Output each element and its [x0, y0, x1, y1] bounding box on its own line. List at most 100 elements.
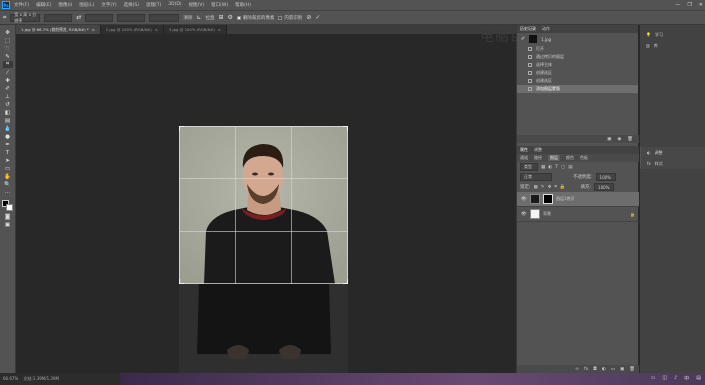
layer-mask-thumbnail[interactable]: [543, 194, 553, 204]
crop-tool-icon[interactable]: ⌗: [3, 14, 6, 22]
overlay-grid-icon[interactable]: ⊞: [218, 14, 223, 21]
tab-color[interactable]: 颜色: [566, 155, 574, 161]
lock-artboard-icon[interactable]: ⌗: [554, 184, 557, 190]
adjust-filter-icon[interactable]: ◐: [548, 165, 552, 170]
tab-actions[interactable]: 动作: [542, 26, 550, 32]
history-brush-tool-icon[interactable]: ↺: [3, 101, 13, 108]
tab-properties[interactable]: 属性: [520, 147, 528, 153]
quick-select-tool-icon[interactable]: ✎: [3, 53, 13, 60]
opacity-input[interactable]: 100%: [595, 173, 616, 181]
notification-icon[interactable]: ▤: [696, 375, 701, 382]
camera-snapshot-icon[interactable]: ◉: [617, 137, 621, 142]
settings-gear-icon[interactable]: ⚙: [227, 14, 232, 21]
blur-tool-icon[interactable]: 💧: [3, 125, 13, 132]
height-input[interactable]: [85, 13, 114, 22]
brush-tool-icon[interactable]: ✐: [3, 85, 13, 92]
volume-icon[interactable]: ♪: [674, 375, 677, 382]
crop-preview-image[interactable]: [179, 126, 348, 284]
libraries-panel-button[interactable]: ▥ 库: [640, 40, 705, 51]
history-snapshot[interactable]: ✐ 1.jpg: [517, 33, 638, 45]
menu-edit[interactable]: 编辑(E): [36, 2, 51, 8]
lock-all-icon[interactable]: 🔒: [560, 185, 566, 190]
add-mask-icon[interactable]: ◘: [593, 367, 597, 372]
shape-filter-icon[interactable]: ▢: [561, 165, 565, 170]
zoom-level[interactable]: 66.67%: [3, 376, 18, 381]
delete-cropped-pixels-checkbox[interactable]: 删除裁剪的像素: [236, 15, 274, 21]
adjustment-layer-icon[interactable]: ◐: [602, 367, 606, 372]
menu-select[interactable]: 选择(S): [124, 2, 139, 8]
menu-help[interactable]: 帮助(H): [235, 2, 251, 8]
path-select-tool-icon[interactable]: ➤: [3, 157, 13, 164]
layer-row[interactable]: 👁 背景 🔒: [517, 207, 639, 222]
fx-icon[interactable]: fx: [584, 367, 588, 372]
trash-icon[interactable]: 🗑: [627, 137, 633, 142]
tab-close-icon[interactable]: ×: [218, 27, 221, 32]
dodge-tool-icon[interactable]: ●: [3, 133, 13, 140]
trash-icon[interactable]: 🗑: [629, 367, 635, 372]
tray-icon[interactable]: ▭: [651, 375, 656, 382]
resolution-unit-dropdown[interactable]: [149, 13, 180, 22]
menu-layer[interactable]: 图层(L): [79, 2, 94, 8]
history-item[interactable]: 通过拷贝的图层: [517, 53, 638, 61]
shape-tool-icon[interactable]: ▭: [3, 165, 13, 172]
tab-document-2[interactable]: 2.jpg @ 100% (RGB/8#) ×: [100, 25, 164, 34]
pen-tool-icon[interactable]: ✒: [3, 141, 13, 148]
width-input[interactable]: [44, 13, 73, 22]
layer-kind-dropdown[interactable]: 类型: [520, 163, 538, 171]
tab-document-1[interactable]: 1.jpg @ 66.7% (裁剪预览, RGB/8#) * ×: [16, 25, 101, 34]
visibility-eye-icon[interactable]: 👁: [521, 197, 527, 202]
type-tool-icon[interactable]: T: [3, 149, 13, 156]
marquee-tool-icon[interactable]: ⬚: [3, 37, 13, 44]
group-folder-icon[interactable]: ▭: [611, 367, 615, 372]
tab-close-icon[interactable]: ×: [92, 27, 95, 32]
lock-position-icon[interactable]: ✥: [548, 185, 552, 190]
menu-3d[interactable]: 3D(D): [168, 2, 181, 8]
network-icon[interactable]: ◫: [662, 375, 667, 382]
hand-tool-icon[interactable]: ✋: [3, 173, 13, 180]
screen-mode-icon[interactable]: ▣: [3, 221, 13, 228]
quick-mask-icon[interactable]: ◙: [3, 213, 13, 220]
new-document-icon[interactable]: ▣: [607, 137, 611, 142]
menu-type[interactable]: 文字(Y): [101, 2, 116, 8]
history-item[interactable]: 打开: [517, 45, 638, 53]
tab-close-icon[interactable]: ×: [155, 27, 158, 32]
move-tool-icon[interactable]: ✥: [3, 29, 13, 36]
commit-check-icon[interactable]: ✓: [315, 14, 320, 21]
tab-swatches[interactable]: 色板: [580, 155, 588, 161]
layer-row-selected[interactable]: 👁 图层1拷贝: [517, 192, 639, 207]
content-aware-checkbox[interactable]: 内容识别: [278, 15, 302, 21]
maximize-button[interactable]: ❐: [687, 2, 691, 8]
tab-document-3[interactable]: 3.jpg @ 100% (RGB/8#) ×: [163, 25, 227, 34]
eraser-tool-icon[interactable]: ◧: [3, 109, 13, 116]
visibility-eye-icon[interactable]: 👁: [521, 212, 527, 217]
history-item[interactable]: 创建选区: [517, 69, 638, 77]
new-layer-icon[interactable]: ▣: [620, 367, 624, 372]
tab-layers[interactable]: 图层: [548, 155, 560, 161]
history-item[interactable]: 选择主体: [517, 61, 638, 69]
blend-mode-dropdown[interactable]: 正常: [520, 173, 552, 181]
lasso-tool-icon[interactable]: ➰: [3, 45, 13, 52]
link-layers-icon[interactable]: ∞: [575, 367, 579, 372]
ratio-dropdown[interactable]: 宽 x 高 x 分辨率: [10, 12, 41, 23]
styles-panel-button[interactable]: fx 样式: [640, 158, 705, 169]
tab-channels[interactable]: 通道: [520, 155, 528, 161]
input-method-icon[interactable]: 中: [684, 375, 689, 382]
menu-window[interactable]: 窗口(W): [211, 2, 228, 8]
adjustments-panel-button[interactable]: ◐ 调整: [640, 147, 705, 158]
menu-filter[interactable]: 滤镜(T): [146, 2, 161, 8]
lock-paint-icon[interactable]: ✎: [541, 185, 545, 190]
clear-button[interactable]: 清除: [183, 15, 192, 21]
crop-tool-icon[interactable]: ⌗: [2, 61, 13, 68]
tab-adjustments[interactable]: 调整: [534, 147, 542, 153]
learn-panel-button[interactable]: 💡 学习: [640, 29, 705, 40]
menu-file[interactable]: 文件(F): [14, 2, 29, 8]
fill-input[interactable]: 100%: [594, 183, 615, 191]
minimize-button[interactable]: —: [675, 2, 680, 8]
history-item[interactable]: 创建选区: [517, 77, 638, 85]
pixel-filter-icon[interactable]: ▦: [541, 165, 545, 170]
close-button[interactable]: ✕: [699, 2, 703, 8]
lock-pixels-icon[interactable]: ▦: [534, 185, 538, 190]
zoom-tool-icon[interactable]: 🔍: [3, 181, 13, 188]
history-item-selected[interactable]: 添加图层蒙版: [517, 85, 638, 93]
eyedropper-tool-icon[interactable]: ⁄: [3, 69, 13, 76]
